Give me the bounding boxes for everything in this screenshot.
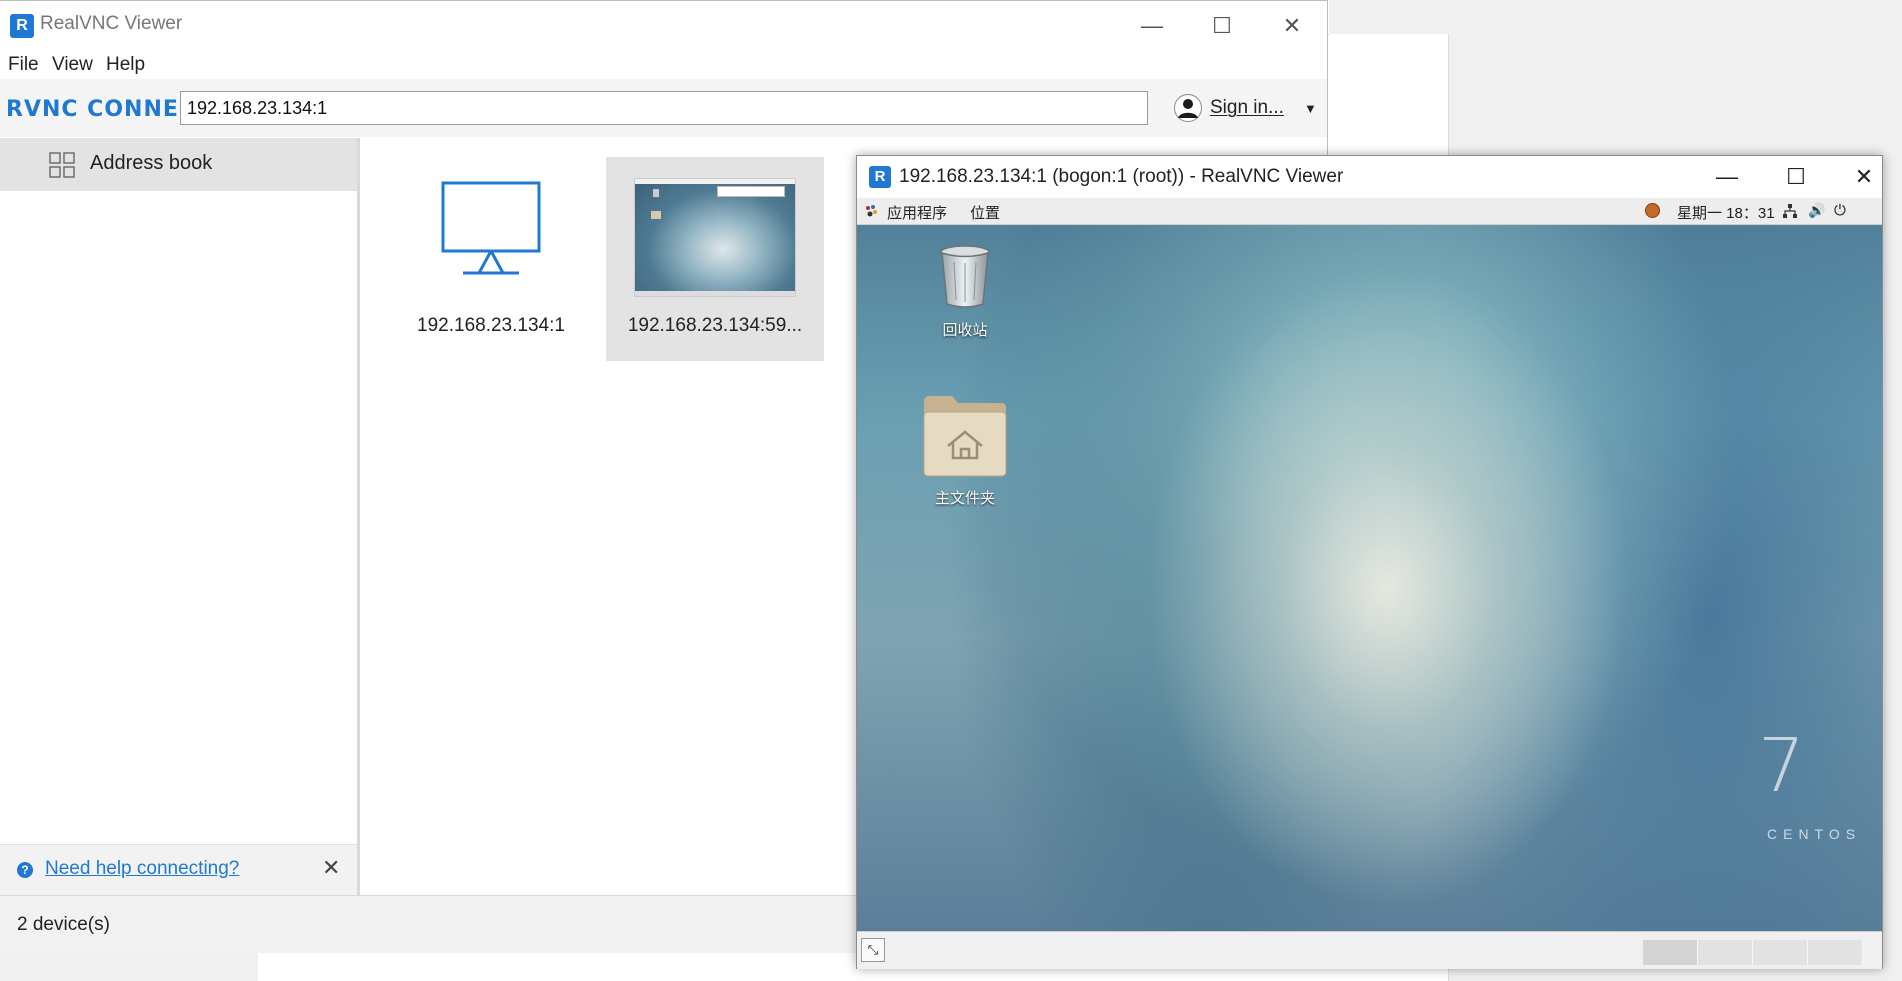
realvnc-logo-icon: R xyxy=(869,166,891,188)
address-input[interactable]: 192.168.23.134:1 xyxy=(180,91,1148,125)
toolbar-segment[interactable] xyxy=(1808,940,1863,965)
maximize-button[interactable]: ☐ xyxy=(1202,13,1242,39)
device-count: 2 device(s) xyxy=(17,914,110,935)
device-tile-selected[interactable]: 192.168.23.134:59... xyxy=(606,157,824,361)
close-button[interactable]: ✕ xyxy=(1272,13,1312,39)
device-tile[interactable]: 192.168.23.134:1 xyxy=(382,157,600,361)
window-title: RealVNC Viewer xyxy=(40,13,183,34)
os-version-watermark: 7 xyxy=(1758,723,1806,809)
desktop-icon-label: 主文件夹 xyxy=(934,490,995,507)
question-icon: ? xyxy=(17,862,33,878)
device-label: 192.168.23.134:1 xyxy=(417,315,565,336)
os-name-watermark: CENTOS xyxy=(1767,826,1862,842)
user-avatar-icon xyxy=(1174,94,1202,122)
tray-status-icon[interactable] xyxy=(1645,203,1660,218)
menu-bar: File View Help xyxy=(0,51,1327,79)
monitor-icon xyxy=(441,181,541,275)
clock[interactable]: 星期一 18：31 xyxy=(1677,202,1775,223)
toolbar-segment[interactable] xyxy=(1698,940,1753,965)
places-menu[interactable]: 位置 xyxy=(970,202,1000,223)
close-button[interactable]: ✕ xyxy=(1844,162,1884,192)
close-help-button[interactable]: ✕ xyxy=(322,855,340,881)
need-help-link[interactable]: Need help connecting? xyxy=(45,858,239,880)
maximize-button[interactable]: ☐ xyxy=(1776,162,1816,192)
toolbar: RVNC CONNECT 192.168.23.134:1 Sign in...… xyxy=(0,79,1327,137)
grid-icon xyxy=(49,152,75,178)
realvnc-logo-icon: R xyxy=(10,14,34,38)
background-app-strip xyxy=(0,952,258,981)
toolbar-segment[interactable] xyxy=(1643,940,1698,965)
gnome-foot-icon xyxy=(866,205,877,217)
power-icon[interactable]: ⏻ xyxy=(1834,202,1846,219)
background-app-strip xyxy=(258,952,858,981)
menu-view[interactable]: View xyxy=(52,51,93,79)
desktop-icon-label: 回收站 xyxy=(942,322,988,339)
menu-file[interactable]: File xyxy=(8,51,39,79)
scale-icon[interactable]: ⤡ xyxy=(861,938,885,962)
chevron-down-icon[interactable]: ▼ xyxy=(1304,101,1317,116)
network-icon[interactable] xyxy=(1782,203,1798,219)
minimize-button[interactable]: — xyxy=(1707,162,1747,192)
sidebar-item-label: Address book xyxy=(90,152,213,174)
menu-help[interactable]: Help xyxy=(106,51,145,79)
remote-toolbar: ⤡ xyxy=(857,931,1882,969)
minimize-button[interactable]: — xyxy=(1132,13,1172,39)
remote-title-bar[interactable]: R 192.168.23.134:1 (bogon:1 (root)) - Re… xyxy=(857,156,1882,198)
desktop-thumbnail xyxy=(634,178,796,297)
gnome-top-bar: 应用程序 位置 星期一 18：31 🔊 ⏻ xyxy=(857,198,1882,225)
device-label: 192.168.23.134:59... xyxy=(627,315,803,336)
sign-in-label: Sign in... xyxy=(1210,97,1284,118)
remote-window-title: 192.168.23.134:1 (bogon:1 (root)) - Real… xyxy=(899,166,1344,187)
home-folder-icon xyxy=(923,396,1007,477)
desktop-icon-trash[interactable]: 回收站 xyxy=(905,244,1025,340)
desktop-icon-home-folder[interactable]: 主文件夹 xyxy=(905,394,1025,508)
remote-desktop[interactable]: 应用程序 位置 星期一 18：31 🔊 ⏻ 回收站 主文件夹 7 CENTOS xyxy=(857,198,1882,931)
sidebar: Address book ? Need help connecting? ✕ xyxy=(0,138,360,895)
trash-icon xyxy=(940,245,990,308)
applications-menu[interactable]: 应用程序 xyxy=(887,202,947,223)
volume-icon[interactable]: 🔊 xyxy=(1808,202,1825,219)
remote-session-window: R 192.168.23.134:1 (bogon:1 (root)) - Re… xyxy=(856,155,1883,969)
title-bar[interactable]: R RealVNC Viewer — ☐ ✕ xyxy=(0,1,1327,51)
help-banner: ? Need help connecting? ✕ xyxy=(0,844,357,895)
sign-in-button[interactable]: Sign in... ▼ xyxy=(1174,91,1317,125)
toolbar-segment[interactable] xyxy=(1753,940,1808,965)
sidebar-item-address-book[interactable]: Address book xyxy=(0,138,357,191)
